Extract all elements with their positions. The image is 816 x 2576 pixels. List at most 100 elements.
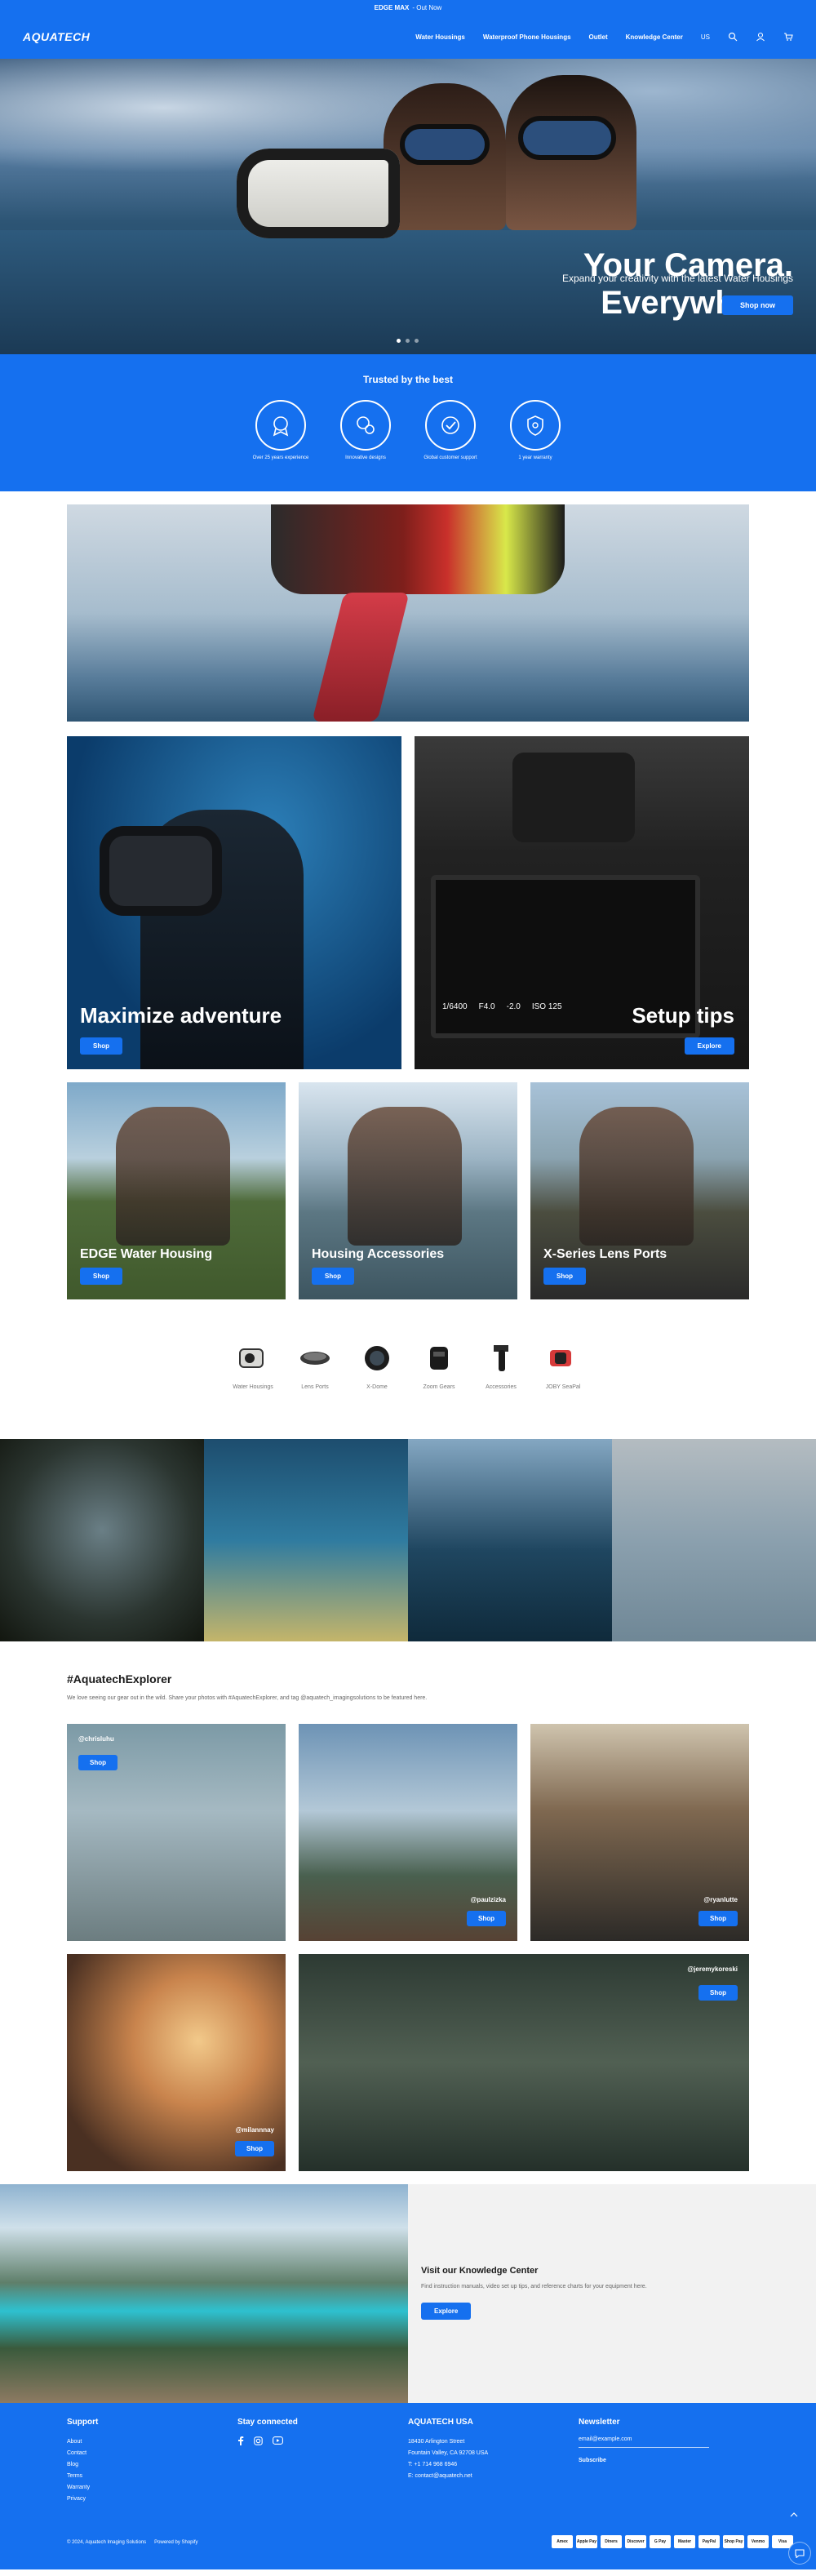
- category-name: Accessories: [486, 1384, 517, 1390]
- category-item[interactable]: X-Dome: [357, 1340, 397, 1392]
- trust-item: 1 year warranty: [508, 400, 562, 460]
- hero-banner: Your Camera. Everywhere.: [0, 59, 816, 354]
- category-item[interactable]: JOBY SeaPal: [543, 1340, 583, 1392]
- footer-email[interactable]: E: contact@aquatech.net: [408, 2471, 579, 2482]
- zoom-gear-icon: [421, 1340, 457, 1376]
- payment-icons: Amex Apple Pay Diners Discover G Pay Mas…: [552, 2535, 793, 2548]
- explorer-post[interactable]: @chrisluhu Shop: [67, 1724, 286, 1941]
- hero-shop-button[interactable]: Shop now: [722, 295, 793, 315]
- hud-iso: ISO 125: [531, 1002, 562, 1011]
- feature-card-setup[interactable]: 1/6400 F4.0 -2.0 ISO 125 Setup tips Expl…: [415, 736, 749, 1069]
- newsletter-subscribe-button[interactable]: Subscribe: [579, 2458, 749, 2463]
- collection-card[interactable]: Housing Accessories Shop: [299, 1082, 517, 1299]
- feature-cards: Maximize adventure Shop 1/6400 F4.0 -2.0…: [67, 736, 749, 1069]
- youtube-icon[interactable]: [273, 2436, 283, 2448]
- category-icons: Water Housings Lens Ports X-Dome Zoom Ge…: [0, 1340, 816, 1392]
- footer-usa-title: AQUATECH USA: [408, 2418, 473, 2427]
- camera-viewfinder: [512, 753, 635, 842]
- post-shop-button[interactable]: Shop: [78, 1755, 118, 1770]
- explorer-post[interactable]: @jeremykoreski Shop: [299, 1954, 749, 2171]
- explorer-post[interactable]: @ryanlutte Shop: [530, 1724, 749, 1941]
- category-item[interactable]: Lens Ports: [295, 1340, 335, 1392]
- strip-photo-split: [408, 1439, 612, 1641]
- back-to-top-icon[interactable]: [790, 2511, 798, 2520]
- chat-icon[interactable]: [788, 2542, 811, 2565]
- cart-icon[interactable]: [783, 32, 793, 42]
- footer-address-2: Fountain Valley, CA 92708 USA: [408, 2450, 489, 2456]
- powered-by[interactable]: Powered by Shopify: [154, 2540, 197, 2545]
- explorer-post[interactable]: @paulzizka Shop: [299, 1724, 517, 1941]
- footer-link-blog[interactable]: Blog: [67, 2459, 237, 2471]
- footer-link-privacy[interactable]: Privacy: [67, 2494, 237, 2505]
- post-shop-button[interactable]: Shop: [698, 1911, 738, 1926]
- footer-phone[interactable]: T: +1 714 968 6946: [408, 2459, 579, 2471]
- collection-card[interactable]: X-Series Lens Ports Shop: [530, 1082, 749, 1299]
- nav-knowledge-center[interactable]: Knowledge Center: [626, 33, 683, 41]
- category-item[interactable]: Water Housings: [233, 1340, 273, 1392]
- category-name: JOBY SeaPal: [545, 1384, 581, 1390]
- category-name: Lens Ports: [301, 1384, 329, 1390]
- locale-selector[interactable]: US: [701, 33, 710, 41]
- footer-link-warranty[interactable]: Warranty: [67, 2482, 237, 2494]
- page: EDGE MAX - Out Now AQUATECH Water Housin…: [0, 0, 816, 2569]
- footer-social: Stay connected: [237, 2418, 408, 2505]
- hud-aperture: F4.0: [478, 1002, 495, 1011]
- category-item[interactable]: Accessories: [481, 1340, 521, 1392]
- collection-card[interactable]: EDGE Water Housing Shop: [67, 1082, 286, 1299]
- card-photo-subject: [116, 1107, 230, 1246]
- newsletter-email-input[interactable]: email@example.com: [579, 2436, 709, 2448]
- post-shop-button[interactable]: Shop: [698, 1985, 738, 2001]
- post-handle: @chrisluhu: [78, 1735, 114, 1743]
- google-pay-icon: G Pay: [650, 2535, 671, 2548]
- camera-hud: 1/6400 F4.0 -2.0 ISO 125: [442, 1002, 562, 1011]
- feature-explore-button[interactable]: Explore: [684, 1037, 734, 1055]
- collection-shop-button[interactable]: Shop: [80, 1268, 122, 1285]
- trust-label: Innovative designs: [345, 455, 386, 460]
- nav-outlet[interactable]: Outlet: [589, 33, 608, 41]
- feature-card-adventure[interactable]: Maximize adventure Shop: [67, 736, 401, 1069]
- knowledge-description: Find instruction manuals, video set up t…: [421, 2284, 647, 2290]
- explorer-section: #AquatechExplorer We love seeing our gea…: [67, 1672, 749, 2171]
- trust-label: 1 year warranty: [518, 455, 552, 460]
- logo[interactable]: AQUATECH: [23, 30, 90, 43]
- nav-phone-housings[interactable]: Waterproof Phone Housings: [483, 33, 571, 41]
- feature-shop-button[interactable]: Shop: [80, 1037, 122, 1055]
- trust-item: Global customer support: [424, 400, 477, 460]
- trust-section: Trusted by the best Over 25 years experi…: [0, 354, 816, 491]
- main-nav: Water Housings Waterproof Phone Housings…: [415, 32, 793, 42]
- collection-shop-button[interactable]: Shop: [543, 1268, 586, 1285]
- footer-link-contact[interactable]: Contact: [67, 2448, 237, 2459]
- facebook-icon[interactable]: [237, 2436, 244, 2448]
- diners-icon: Diners: [601, 2535, 622, 2548]
- post-shop-button[interactable]: Shop: [467, 1911, 506, 1926]
- discover-icon: Discover: [625, 2535, 646, 2548]
- apple-pay-icon: Apple Pay: [576, 2535, 597, 2548]
- collection-shop-button[interactable]: Shop: [312, 1268, 354, 1285]
- post-handle: @ryanlutte: [703, 1896, 738, 1903]
- award-icon: [255, 400, 306, 451]
- post-handle: @paulzizka: [470, 1896, 506, 1903]
- knowledge-explore-button[interactable]: Explore: [421, 2303, 472, 2320]
- footer-link-about[interactable]: About: [67, 2436, 237, 2448]
- search-icon[interactable]: [728, 32, 738, 42]
- explorer-grid-row2: @milannnay Shop @jeremykoreski Shop: [67, 1954, 749, 2171]
- instagram-icon[interactable]: [254, 2436, 263, 2448]
- footer-link-terms[interactable]: Terms: [67, 2471, 237, 2482]
- explorer-post[interactable]: @milannnay Shop: [67, 1954, 286, 2171]
- footer-social-title: Stay connected: [237, 2418, 298, 2427]
- hero-title-line1: Your Camera.: [583, 247, 793, 283]
- trust-label: Global customer support: [424, 455, 477, 460]
- hud-shutter: 1/6400: [442, 1002, 468, 1011]
- nav-water-housings[interactable]: Water Housings: [415, 33, 465, 41]
- post-shop-button[interactable]: Shop: [235, 2141, 274, 2156]
- dome-icon: [359, 1340, 395, 1376]
- account-icon[interactable]: [756, 32, 765, 42]
- design-icon: [340, 400, 391, 451]
- strip-photo-swimmer: [612, 1439, 816, 1641]
- category-item[interactable]: Zoom Gears: [419, 1340, 459, 1392]
- collection-title: Housing Accessories: [312, 1247, 445, 1261]
- announcement-bar[interactable]: EDGE MAX - Out Now: [0, 0, 816, 15]
- surf-banner-image: [67, 504, 749, 722]
- announcement-text: - Out Now: [412, 3, 442, 11]
- trust-label: Over 25 years experience: [252, 455, 309, 460]
